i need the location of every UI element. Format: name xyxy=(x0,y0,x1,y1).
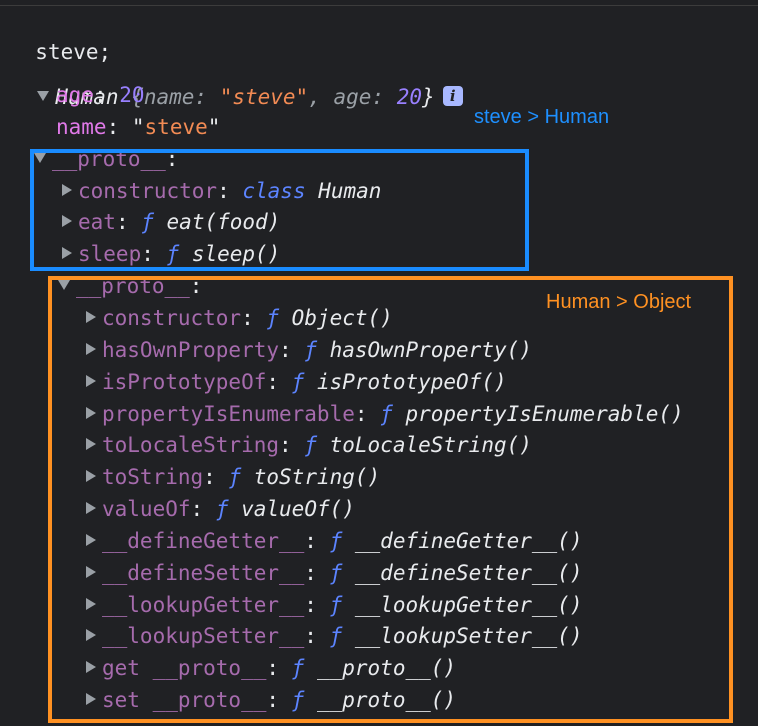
preview-key-age: age xyxy=(333,85,372,109)
property-key: name xyxy=(56,114,107,139)
property-value: " xyxy=(131,114,145,139)
colon: : xyxy=(93,83,120,107)
brace-close: } xyxy=(422,85,435,109)
annotation-human-object: Human > Object xyxy=(546,291,692,313)
console-top-divider xyxy=(0,0,758,6)
console-input-line: steve; xyxy=(10,4,111,64)
preview-value-name: "steve" xyxy=(219,85,309,109)
highlight-box-human-prototype xyxy=(30,149,529,271)
highlight-box-object-prototype xyxy=(48,276,733,723)
annotation-steve-human: steve > Human xyxy=(474,106,610,128)
property-value: steve xyxy=(144,114,208,139)
preview-key-name: name xyxy=(143,85,195,109)
property-row: name: "steve" xyxy=(56,111,220,143)
property-value: " xyxy=(207,114,221,139)
expand-triangle-icon[interactable] xyxy=(37,91,50,101)
preview-separator: , xyxy=(308,85,334,109)
property-value: 20 xyxy=(119,83,145,107)
property-row: age: 20 xyxy=(56,79,145,111)
property-key: age xyxy=(56,83,94,107)
preview-value-age: 20 xyxy=(396,85,423,109)
colon: : xyxy=(106,114,132,139)
info-icon[interactable]: i xyxy=(442,86,463,106)
object-summary-row[interactable]: Human {name: "steve", age: 20} i xyxy=(12,49,463,109)
